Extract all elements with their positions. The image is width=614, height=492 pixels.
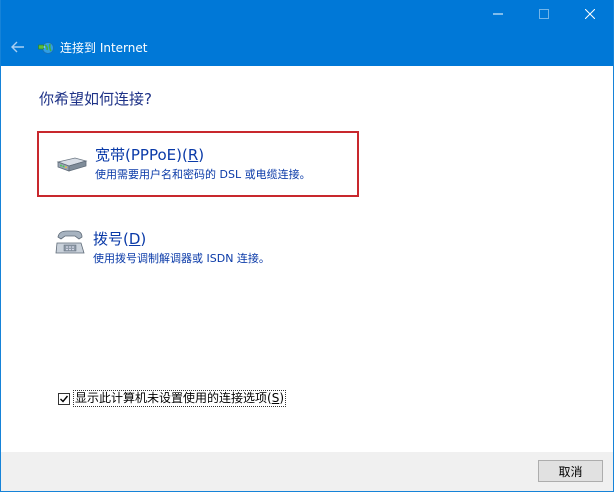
back-arrow-icon xyxy=(11,38,25,57)
option-title: 宽带(PPPoE)(R) xyxy=(95,146,205,164)
maximize-icon xyxy=(539,8,549,22)
network-globe-icon xyxy=(38,39,54,55)
navigation-row: 连接到 Internet xyxy=(1,36,147,58)
page-heading: 你希望如何连接? xyxy=(39,90,152,108)
option-description: 使用拨号调制解调器或 ISDN 连接。 xyxy=(93,252,270,265)
title-bar: 连接到 Internet xyxy=(1,0,613,66)
maximize-button[interactable] xyxy=(521,0,567,30)
option-dial-up[interactable]: 拨号(D) 使用拨号调制解调器或 ISDN 连接。 xyxy=(37,216,359,276)
dialog-footer: 取消 xyxy=(1,452,613,491)
checkmark-icon xyxy=(59,389,69,408)
connect-to-internet-window: 连接到 Internet 你希望如何连接? 宽带(PPPoE)(R) 使用需要用… xyxy=(0,0,614,492)
telephone-modem-icon xyxy=(53,225,87,259)
window-controls xyxy=(475,0,613,30)
cancel-button[interactable]: 取消 xyxy=(538,460,603,482)
close-icon xyxy=(584,8,596,22)
option-title: 拨号(D) xyxy=(93,230,147,248)
broadband-modem-icon xyxy=(55,146,89,180)
option-broadband-pppoe[interactable]: 宽带(PPPoE)(R) 使用需要用户名和密码的 DSL 或电缆连接。 xyxy=(37,131,359,197)
show-unconfigured-options-checkbox[interactable] xyxy=(58,392,70,405)
option-description: 使用需要用户名和密码的 DSL 或电缆连接。 xyxy=(95,168,311,181)
checkbox-label: 显示此计算机未设置使用的连接选项(S) xyxy=(73,390,286,407)
close-button[interactable] xyxy=(567,0,613,30)
minimize-icon xyxy=(493,8,503,22)
window-title: 连接到 Internet xyxy=(60,40,148,55)
minimize-button[interactable] xyxy=(475,0,521,30)
back-button[interactable] xyxy=(5,36,31,58)
main-content: 你希望如何连接? 宽带(PPPoE)(R) 使用需要用户名和密码的 DSL 或电… xyxy=(1,66,613,452)
show-unconfigured-options-checkbox-row[interactable]: 显示此计算机未设置使用的连接选项(S) xyxy=(58,390,286,407)
